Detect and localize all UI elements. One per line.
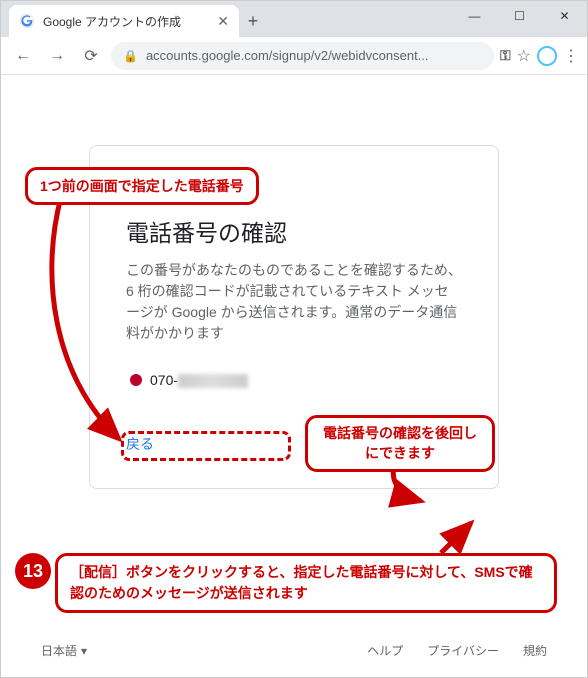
address-bar[interactable]: 🔒 accounts.google.com/signup/v2/webidvco… [111, 42, 494, 70]
phone-number: 070- [150, 372, 248, 388]
tab-close-icon[interactable]: ✕ [217, 13, 229, 30]
japan-flag-icon [130, 374, 142, 386]
page-heading: 電話番号の確認 [126, 214, 462, 248]
annotation-2: 電話番号の確認を後回しにできます [305, 415, 495, 472]
phone-display: 070- [130, 372, 462, 388]
page-footer: 日本語 ▾ ヘルプ プライバシー 規約 [1, 642, 587, 659]
annotation-1: 1つ前の画面で指定した電話番号 [25, 167, 259, 205]
phone-highlight-box [121, 431, 291, 461]
page-description: この番号があなたのものであることを確認するため、6 桁の確認コードが記載されてい… [126, 260, 462, 344]
maximize-button[interactable]: ☐ [497, 1, 542, 31]
tab-title: Google アカウントの作成 [43, 13, 209, 30]
google-favicon [19, 13, 35, 29]
bookmark-star-icon[interactable]: ☆ [517, 46, 531, 66]
browser-tab[interactable]: Google アカウントの作成 ✕ [9, 5, 239, 37]
language-label: 日本語 [41, 642, 77, 659]
page-content: Google 電話番号の確認 この番号があなたのものであることを確認するため、6… [1, 75, 587, 677]
forward-button[interactable]: → [43, 42, 71, 70]
key-icon[interactable]: ⚿ [500, 47, 511, 64]
back-button[interactable]: ← [9, 42, 37, 70]
privacy-link[interactable]: プライバシー [427, 642, 499, 659]
minimize-button[interactable]: — [452, 1, 497, 31]
chevron-down-icon: ▾ [81, 644, 87, 658]
help-link[interactable]: ヘルプ [367, 642, 403, 659]
new-tab-button[interactable]: + [239, 5, 267, 37]
window-controls: — ☐ ✕ [452, 1, 587, 37]
terms-link[interactable]: 規約 [523, 642, 547, 659]
url-text: accounts.google.com/signup/v2/webidvcons… [146, 48, 429, 63]
annotation-3: ［配信］ボタンをクリックすると、指定した電話番号に対して、SMSで確認のためのメ… [55, 553, 557, 613]
browser-window: Google アカウントの作成 ✕ + — ☐ ✕ ← → ⟳ 🔒 accoun… [0, 0, 588, 678]
close-button[interactable]: ✕ [542, 1, 587, 31]
lock-icon: 🔒 [123, 49, 138, 63]
phone-blurred [178, 374, 248, 388]
extension-icon[interactable] [537, 46, 557, 66]
browser-toolbar: ← → ⟳ 🔒 accounts.google.com/signup/v2/we… [1, 37, 587, 75]
language-selector[interactable]: 日本語 ▾ [41, 642, 87, 659]
reload-button[interactable]: ⟳ [77, 42, 105, 70]
titlebar: Google アカウントの作成 ✕ + — ☐ ✕ [1, 1, 587, 37]
menu-icon[interactable]: ⋮ [563, 46, 579, 66]
step-number-badge: 13 [15, 553, 51, 589]
footer-links: ヘルプ プライバシー 規約 [367, 642, 547, 659]
